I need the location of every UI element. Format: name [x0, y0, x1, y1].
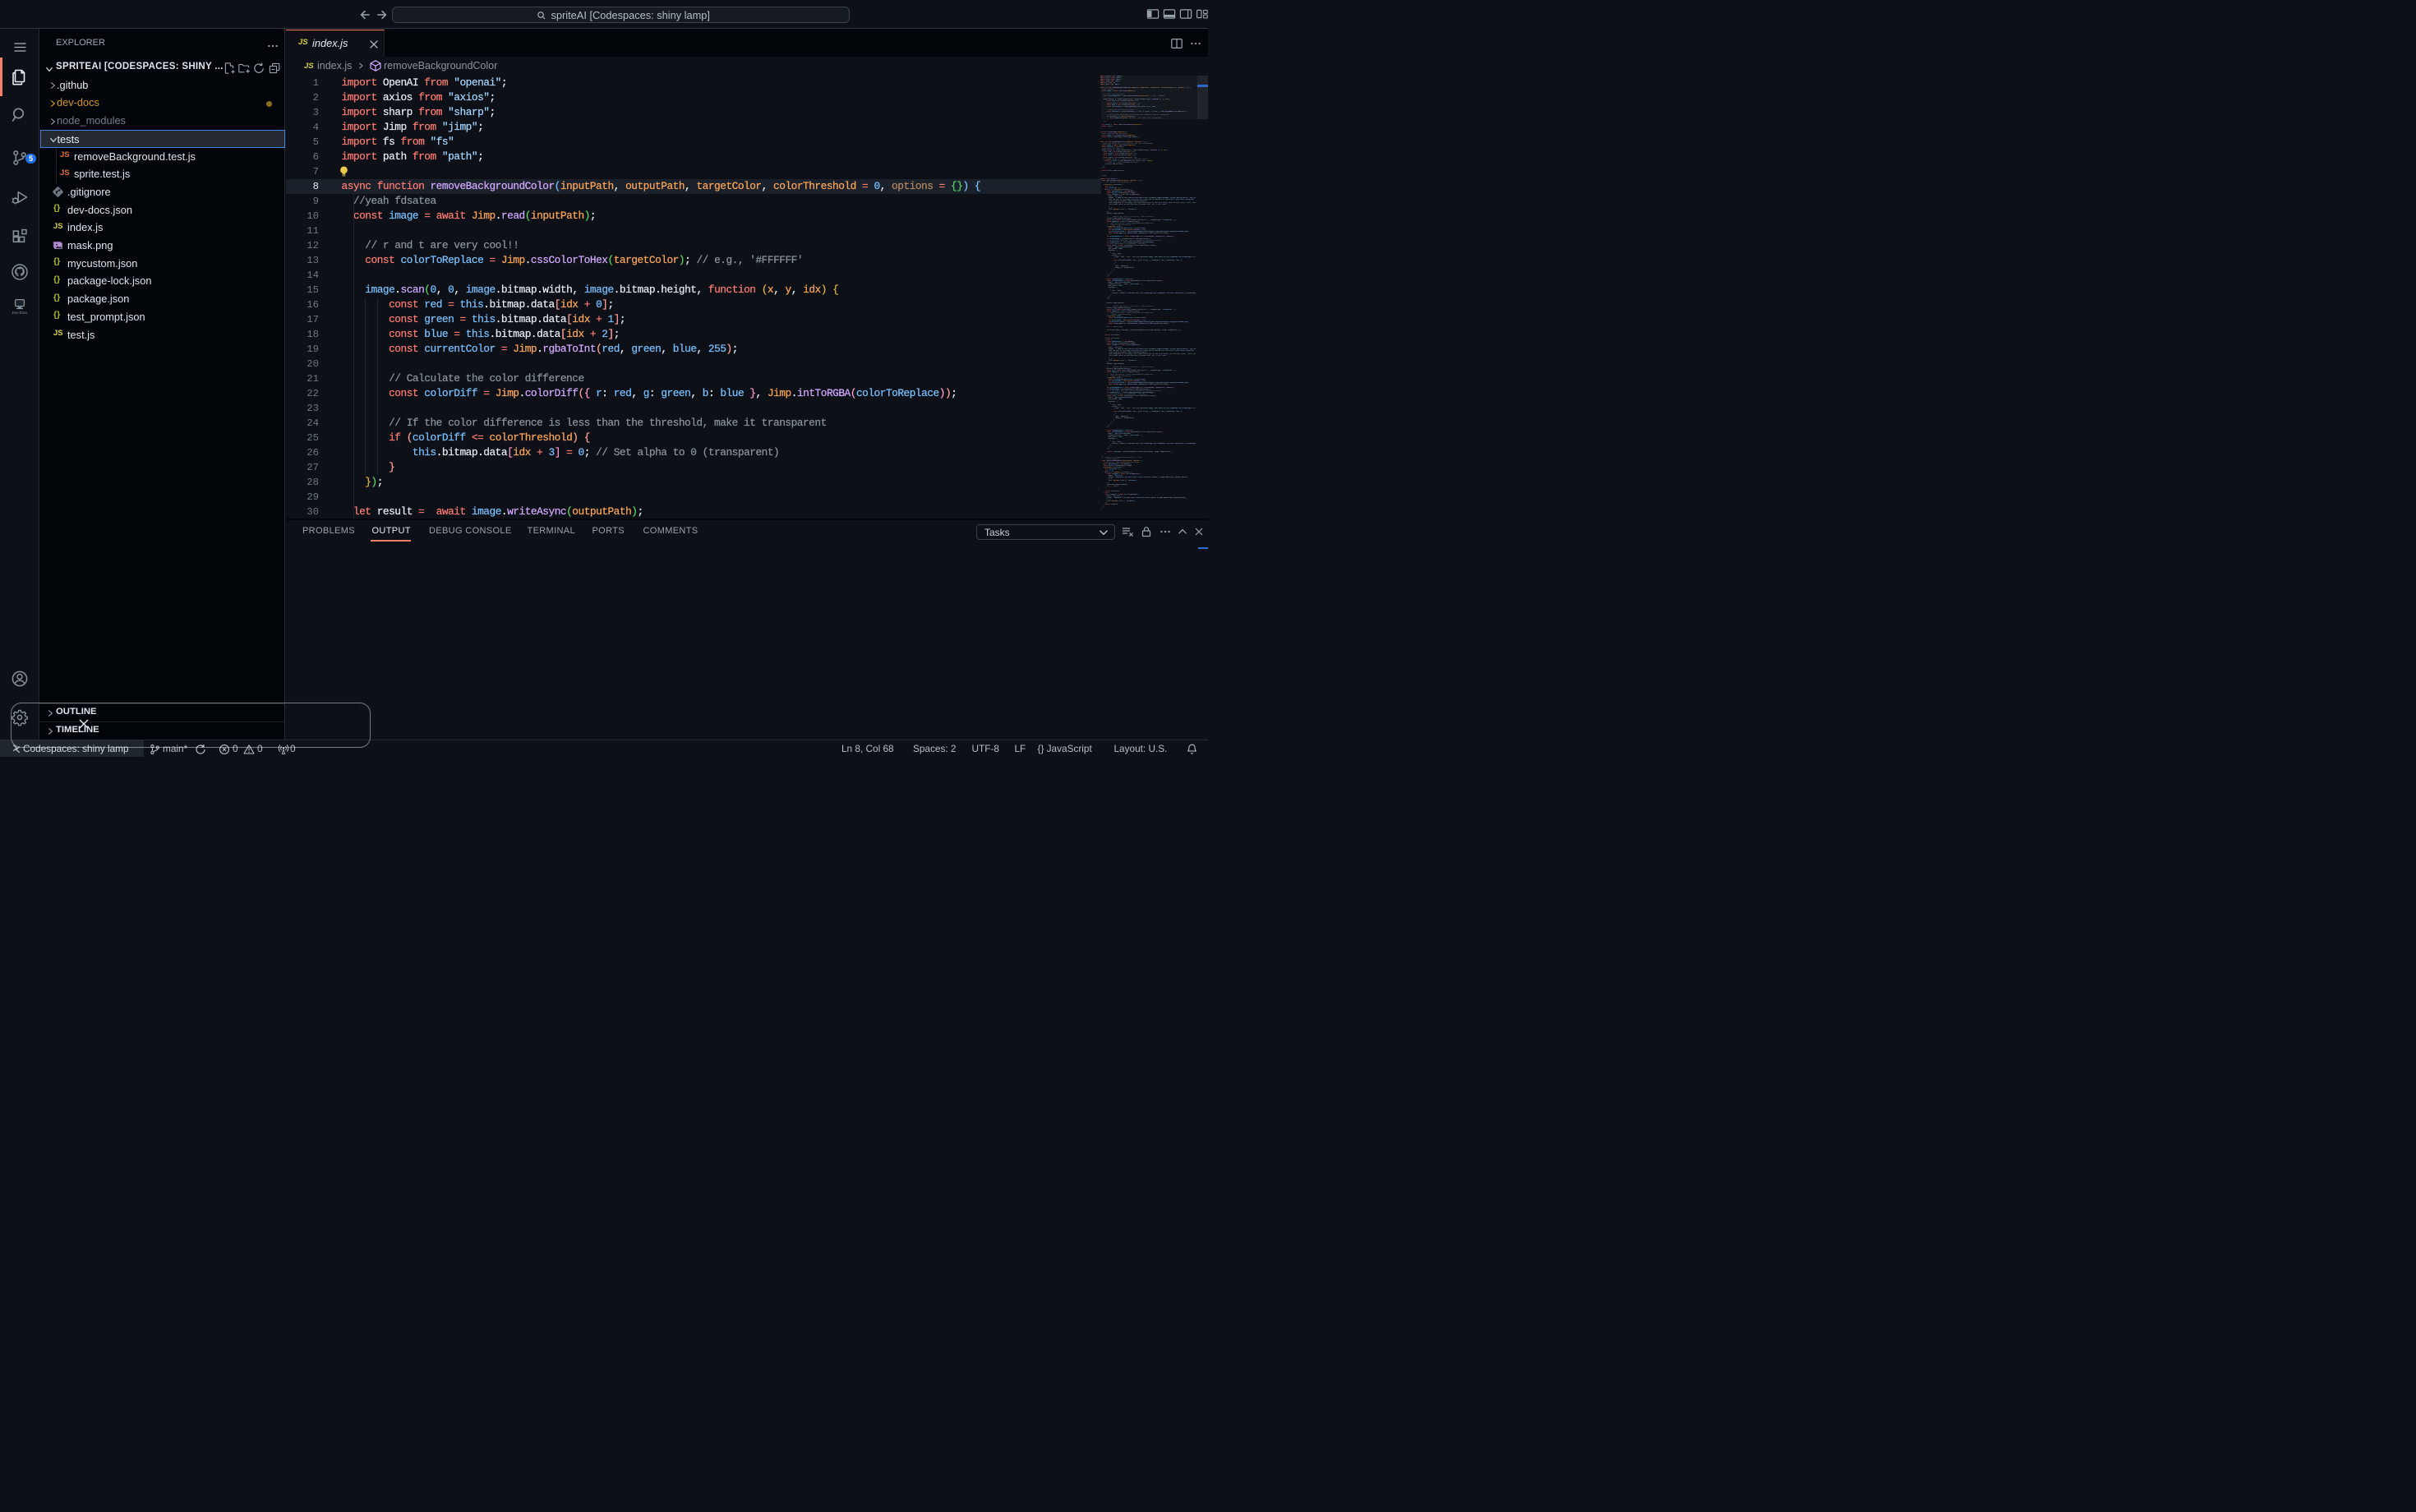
- svg-text:Dev-Docs: Dev-Docs: [12, 311, 27, 315]
